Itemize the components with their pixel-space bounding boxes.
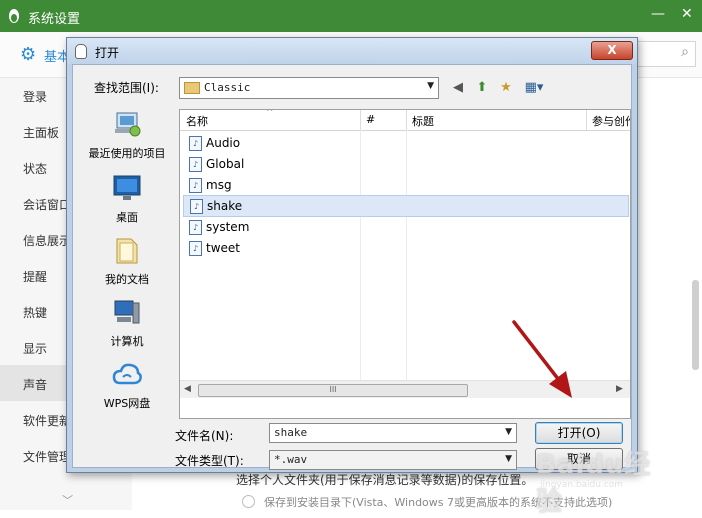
search-icon[interactable]: ⌕ xyxy=(681,44,689,60)
place-desktop[interactable]: 桌面 xyxy=(79,173,175,225)
settings-titlebar: 系统设置 — ✕ xyxy=(0,0,702,32)
file-list-header: 名称 ^ # 标题 参与创作 xyxy=(180,110,630,131)
back-icon[interactable]: ◀ xyxy=(449,79,467,97)
file-row-tweet[interactable]: ♪ tweet xyxy=(186,238,626,258)
dialog-titlebar: 打开 X xyxy=(67,38,637,64)
filename-label: 文件名(N): xyxy=(175,429,234,443)
dialog-body: 查找范围(I): Classic ▼ ◀ ⬆ ★ ▦▾ 最近使用的项目 桌面 我… xyxy=(72,64,632,470)
sidebar-item-software-update[interactable]: 软件更新 xyxy=(23,412,71,429)
sort-ascending-icon: ^ xyxy=(266,109,274,118)
recent-items-icon xyxy=(115,112,141,137)
up-folder-icon[interactable]: ⬆ xyxy=(473,79,491,97)
dialog-title: 打开 xyxy=(95,46,120,60)
look-in-label: 查找范围(I): xyxy=(94,81,159,95)
gear-icon: ⚙ xyxy=(20,44,37,65)
scroll-right-icon[interactable]: ▶ xyxy=(616,384,623,394)
column-track-number[interactable]: # xyxy=(366,113,375,126)
chevron-down-icon[interactable]: ▼ xyxy=(505,454,512,464)
filetype-select[interactable]: *.wav ▼ xyxy=(269,450,517,470)
sidebar-item-file-management[interactable]: 文件管理 xyxy=(23,448,71,465)
sidebar-item-hotkeys[interactable]: 热键 xyxy=(23,304,47,321)
new-folder-icon[interactable]: ★ xyxy=(497,79,515,97)
column-name[interactable]: 名称 xyxy=(186,113,208,129)
column-divider[interactable] xyxy=(586,110,587,130)
filename-input[interactable]: shake ▼ xyxy=(269,423,517,443)
file-row-system[interactable]: ♪ system xyxy=(186,217,626,237)
chevron-down-icon[interactable]: ▼ xyxy=(505,427,512,437)
sidebar-item-status[interactable]: 状态 xyxy=(23,160,47,177)
filetype-label: 文件类型(T): xyxy=(175,454,244,468)
audio-file-icon: ♪ xyxy=(189,157,202,172)
file-row-shake[interactable]: ♪ shake xyxy=(183,195,629,217)
folder-description: 选择个人文件夹(用于保存消息记录等数据)的保存位置。 xyxy=(236,473,534,487)
place-my-documents[interactable]: 我的文档 xyxy=(79,235,175,287)
sidebar-item-display[interactable]: 显示 xyxy=(23,340,47,357)
audio-file-icon: ♪ xyxy=(189,241,202,256)
folder-icon xyxy=(184,82,200,94)
desktop-icon xyxy=(113,175,141,200)
place-wps-cloud[interactable]: WPS网盘 xyxy=(79,359,175,411)
install-dir-radio[interactable] xyxy=(242,495,255,508)
qq-penguin-icon xyxy=(9,9,19,23)
scrollbar-thumb[interactable]: III xyxy=(198,384,468,397)
audio-file-icon: ♪ xyxy=(189,178,202,193)
places-bar: 最近使用的项目 桌面 我的文档 计算机 WPS网盘 xyxy=(79,109,175,439)
column-title[interactable]: 标题 xyxy=(412,113,434,129)
sidebar-item-main-panel[interactable]: 主面板 xyxy=(23,124,59,141)
file-row-msg[interactable]: ♪ msg xyxy=(186,175,626,195)
audio-file-icon: ♪ xyxy=(189,220,202,235)
file-list[interactable]: 名称 ^ # 标题 参与创作 ♪ Audio ♪ Global ♪ ms xyxy=(179,109,631,419)
horizontal-scrollbar[interactable]: ◀ III ▶ xyxy=(180,380,630,398)
look-in-value: Classic xyxy=(204,81,251,94)
column-divider[interactable] xyxy=(406,110,407,130)
scroll-left-icon[interactable]: ◀ xyxy=(184,384,191,394)
column-contributing-artists[interactable]: 参与创作 xyxy=(592,113,630,129)
sidebar-item-info-display[interactable]: 信息展示 xyxy=(23,232,71,249)
file-row-audio[interactable]: ♪ Audio xyxy=(186,133,626,153)
file-row-global[interactable]: ♪ Global xyxy=(186,154,626,174)
sidebar-item-chat-window[interactable]: 会话窗口 xyxy=(23,196,71,213)
computer-icon xyxy=(114,300,140,324)
audio-file-icon: ♪ xyxy=(189,136,202,151)
view-menu-icon[interactable]: ▦▾ xyxy=(521,79,547,97)
qq-penguin-icon xyxy=(75,44,87,59)
sidebar-item-reminders[interactable]: 提醒 xyxy=(23,268,47,285)
close-icon[interactable]: ✕ xyxy=(681,6,693,22)
audio-file-icon: ♪ xyxy=(190,199,203,214)
dialog-close-button[interactable]: X xyxy=(591,41,633,60)
settings-title: 系统设置 xyxy=(28,12,81,27)
sidebar-item-login[interactable]: 登录 xyxy=(23,88,47,105)
baidu-watermark: Baidu经验 jingyan.baidu.com xyxy=(536,440,666,517)
sidebar-item-sound[interactable]: 声音 xyxy=(23,376,47,393)
wps-cloud-icon xyxy=(112,363,142,385)
chevron-down-icon[interactable]: ﹀ xyxy=(62,492,73,508)
watermark-sub: jingyan.baidu.com xyxy=(540,480,624,490)
place-computer[interactable]: 计算机 xyxy=(79,297,175,349)
open-file-dialog: 打开 X 查找范围(I): Classic ▼ ◀ ⬆ ★ ▦▾ 最近使用的项目 xyxy=(66,37,638,473)
my-documents-icon xyxy=(116,238,138,264)
look-in-combo[interactable]: Classic ▼ xyxy=(179,77,439,99)
column-divider[interactable] xyxy=(360,110,361,130)
place-recent-items[interactable]: 最近使用的项目 xyxy=(79,109,175,161)
chevron-down-icon[interactable]: ▼ xyxy=(427,81,434,91)
settings-scrollbar[interactable] xyxy=(692,280,699,370)
minimize-icon[interactable]: — xyxy=(651,6,665,22)
